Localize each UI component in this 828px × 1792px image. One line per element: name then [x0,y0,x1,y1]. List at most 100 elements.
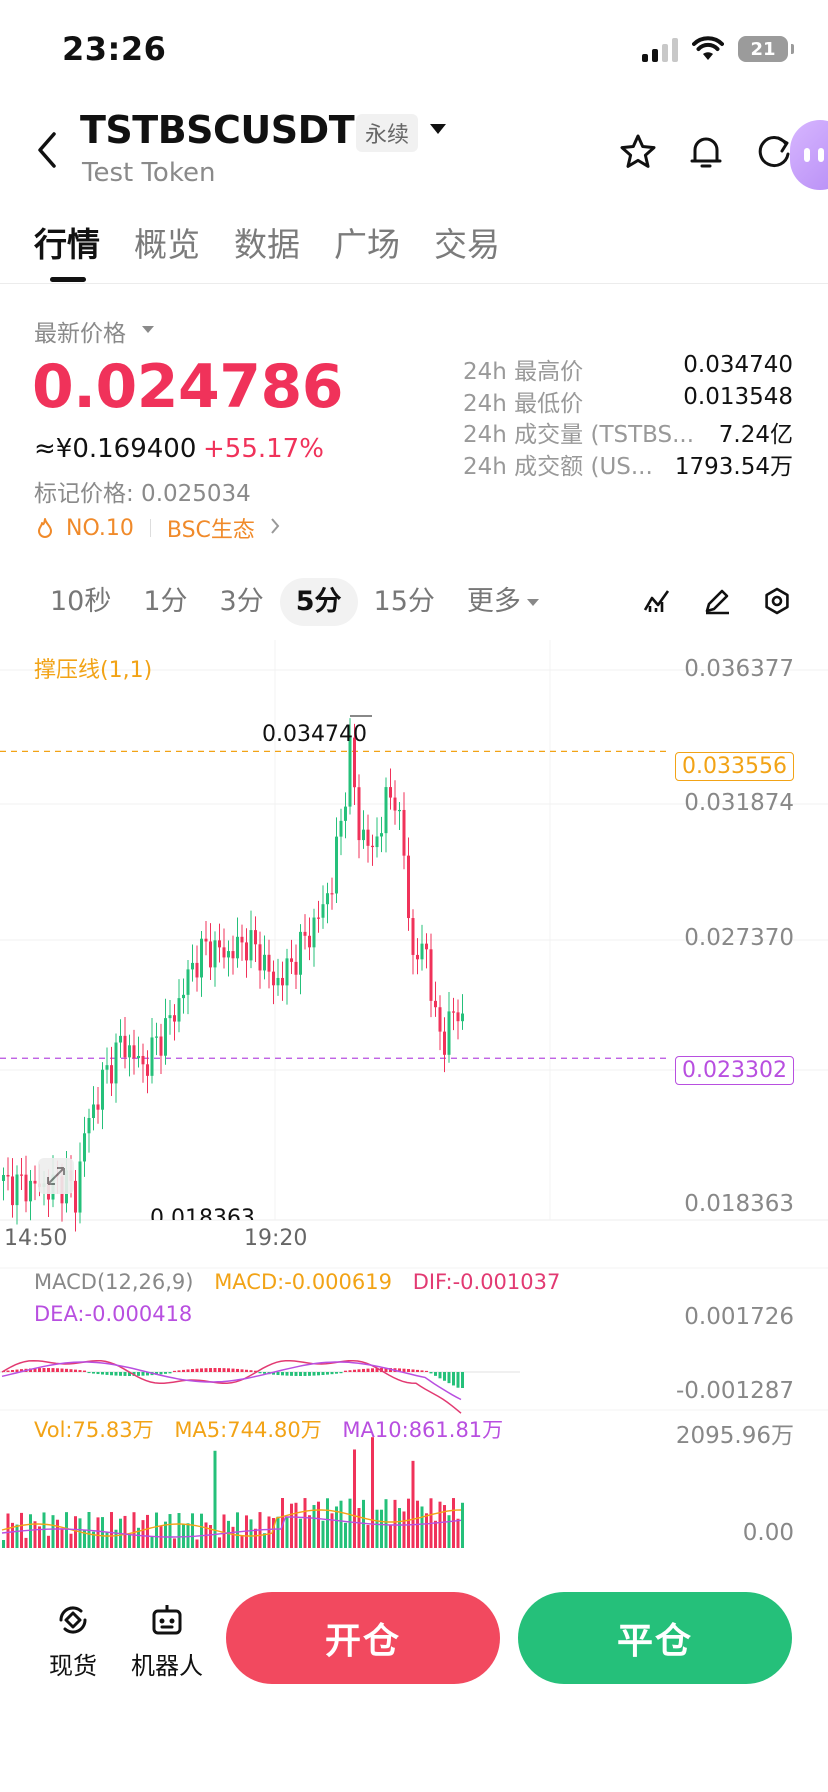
contract-type-badge: 永续 [356,114,419,152]
tabs-divider [0,283,828,284]
volume-bar [78,1518,82,1548]
macd-histogram-bar [123,1372,127,1376]
draw-pencil-icon[interactable] [702,586,732,616]
flame-icon [38,518,52,538]
macd-histogram-bar [191,1369,194,1372]
interval-15m[interactable]: 15分 [358,578,451,626]
candle-body [456,1012,460,1022]
y-axis-label: 0.031874 [684,790,794,816]
volume-bar [200,1513,203,1548]
macd-histogram-bar [443,1372,446,1381]
macd-histogram-bar [258,1372,262,1374]
macd-histogram-bar [15,1369,19,1372]
candle-body [438,1007,442,1032]
candle-body [11,1176,14,1206]
volume-bar [222,1514,226,1548]
candle-body [92,1104,95,1119]
tab-overview[interactable]: 概览 [134,218,200,266]
floating-assistant-bubble[interactable] [790,120,828,190]
volume-bar [393,1499,397,1548]
bot-button[interactable]: 机器人 [122,1600,212,1681]
candle-body [326,893,329,905]
candle-body [204,938,208,942]
bell-alert-icon[interactable] [686,132,726,172]
expand-chart-button[interactable] [38,1158,74,1194]
macd-histogram-bar [200,1368,203,1372]
volume-bar [452,1498,455,1548]
macd-histogram-bar [209,1368,212,1372]
macd-histogram-bar [407,1369,410,1372]
tab-data[interactable]: 数据 [234,218,300,266]
volume-bar [407,1498,410,1548]
candle-body [434,1000,437,1008]
latest-price-label[interactable]: 最新价格 [34,314,126,348]
candle-body [407,855,410,919]
share-refresh-icon[interactable] [754,132,794,172]
macd-histogram-bar [420,1370,424,1372]
interval-5m[interactable]: 5分 [279,578,358,626]
volume-bar [65,1512,68,1548]
macd-histogram-bar [312,1372,316,1376]
macd-histogram-bar [110,1372,113,1376]
volume-bar [249,1519,253,1548]
volume-bar [411,1460,415,1548]
candle-body [267,954,271,972]
close-position-button[interactable]: 平仓 [518,1592,792,1684]
candle-body [105,1065,109,1070]
volume-bar [339,1500,343,1548]
macd-histogram-bar [335,1372,338,1374]
candle-body [389,787,392,798]
candle-body [96,1104,100,1110]
candle-body [425,943,428,950]
candle-body [6,1174,10,1177]
tab-square[interactable]: 广场 [334,218,400,266]
macd-histogram-bar [60,1368,64,1372]
volume-bar [276,1516,280,1548]
back-arrow-icon[interactable] [34,130,60,170]
volume-bar [24,1537,28,1548]
support-resistance-indicator-label: 撑压线(1,1) [34,658,153,683]
volume-bar [240,1535,244,1548]
macd-histogram-bar [281,1372,284,1376]
candle-body [141,1055,145,1065]
open-position-button[interactable]: 开仓 [226,1592,500,1684]
interval-3m[interactable]: 3分 [204,578,280,626]
volume-bar [303,1498,307,1548]
24h-stats: 24h 最高价 0.034740 24h 最低价 0.013548 24h 成交量 … [463,352,793,480]
macd-histogram-bar [245,1369,248,1372]
candle-body [200,938,203,978]
macd-histogram-bar [114,1372,118,1376]
candle-body [321,904,325,918]
candle-body [380,833,383,837]
interval-more[interactable]: 更多 [451,578,555,626]
macd-histogram-bar [321,1372,325,1376]
symbol-dropdown-caret-icon[interactable] [430,124,446,134]
candle-body [398,809,401,812]
candle-body [447,1011,451,1055]
interval-1m[interactable]: 1分 [127,578,203,626]
volume-bar [33,1521,37,1548]
candle-body [87,1118,91,1134]
macd-histogram-bar [461,1372,464,1388]
star-favorite-icon[interactable] [618,132,658,172]
chart-settings-icon[interactable] [762,586,792,616]
candle-body [254,930,257,945]
interval-10s[interactable]: 10秒 [34,578,127,626]
spot-button[interactable]: 现货 [28,1600,118,1681]
macd-histogram-bar [299,1372,302,1376]
candle-body [15,1174,19,1206]
macd-histogram-bar [276,1372,280,1376]
indicator-tool-icon[interactable] [642,586,672,616]
token-tags[interactable]: NO.10 BSC生态 [36,512,281,544]
tab-market[interactable]: 行情 [34,218,100,266]
macd-dif-line [1,1359,462,1414]
contract-symbol[interactable]: TSTBSCUSDT [80,108,355,152]
candle-body [393,797,397,811]
candle-body [240,936,244,943]
candle-body [303,931,307,936]
tab-trade[interactable]: 交易 [434,218,500,266]
macd-histogram-bar [218,1368,221,1372]
price-type-caret-icon[interactable] [142,326,154,333]
candle-body [78,1161,82,1213]
volume-bar [195,1539,199,1548]
